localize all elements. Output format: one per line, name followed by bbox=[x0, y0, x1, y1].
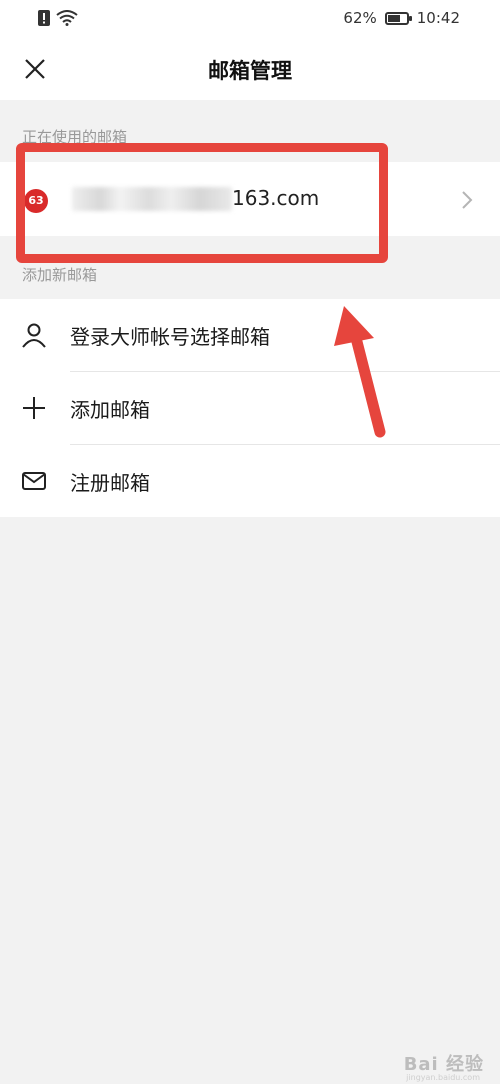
status-right: 62% 10:42 bbox=[343, 9, 460, 27]
status-left bbox=[38, 10, 78, 26]
option-register-mailbox[interactable]: 注册邮箱 bbox=[0, 445, 500, 517]
current-section-label: 正在使用的邮箱 bbox=[22, 128, 128, 146]
title-bar: 邮箱管理 bbox=[0, 38, 500, 100]
account-badge: 63 bbox=[24, 189, 48, 213]
mail-icon bbox=[22, 472, 46, 490]
add-options-list: 登录大师帐号选择邮箱 添加邮箱 注册邮箱 bbox=[0, 299, 500, 517]
email-blur-mask bbox=[72, 187, 232, 211]
option-label: 登录大师帐号选择邮箱 bbox=[70, 325, 270, 349]
chevron-right-icon bbox=[462, 191, 473, 209]
option-add-mailbox[interactable]: 添加邮箱 bbox=[0, 372, 500, 444]
plus-icon bbox=[23, 397, 45, 419]
option-label: 注册邮箱 bbox=[70, 471, 150, 495]
account-email: 163.com bbox=[232, 186, 320, 210]
option-master-account-login[interactable]: 登录大师帐号选择邮箱 bbox=[0, 299, 500, 371]
wifi-icon bbox=[56, 10, 78, 26]
battery-icon bbox=[384, 11, 412, 25]
add-section-label: 添加新邮箱 bbox=[22, 266, 98, 284]
notification-icon bbox=[38, 10, 50, 26]
current-account-row[interactable]: 63 163.com bbox=[0, 162, 500, 236]
status-bar: 62% 10:42 bbox=[0, 0, 500, 38]
watermark-url: jingyan.baidu.com bbox=[406, 1073, 480, 1082]
page-title: 邮箱管理 bbox=[208, 59, 292, 83]
person-icon bbox=[22, 323, 46, 348]
battery-percent: 62% bbox=[343, 9, 377, 27]
status-time: 10:42 bbox=[416, 9, 460, 27]
option-label: 添加邮箱 bbox=[70, 398, 150, 422]
